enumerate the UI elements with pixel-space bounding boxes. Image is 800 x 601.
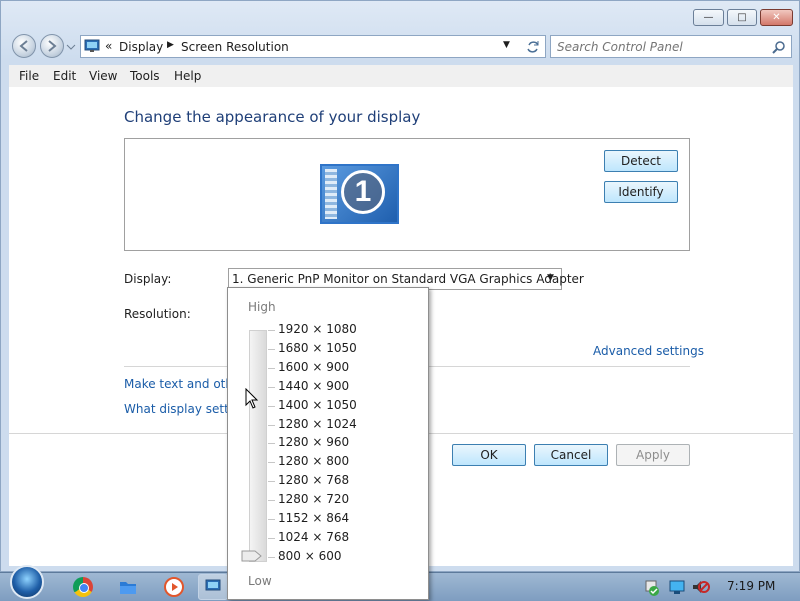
resolution-tick: [268, 443, 275, 445]
page-title: Change the appearance of your display: [124, 108, 421, 126]
resolution-tick: [268, 348, 275, 350]
clock[interactable]: 7:19 PM: [727, 579, 775, 593]
recent-pages-dropdown[interactable]: [66, 41, 76, 51]
menu-edit[interactable]: Edit: [53, 69, 76, 83]
apply-button[interactable]: Apply: [616, 444, 690, 466]
minimize-button[interactable]: —: [693, 9, 724, 26]
breadcrumb-separator-icon[interactable]: ▶: [167, 40, 174, 50]
menu-file[interactable]: File: [19, 69, 39, 83]
resolution-slider-popup: High 1920 × 1080 1680 × 1050 1600 × 900 144…: [227, 287, 429, 600]
resolution-tick: [268, 500, 275, 502]
forward-arrow-icon: [48, 40, 57, 52]
menu-tools[interactable]: Tools: [130, 69, 160, 83]
resolution-slider-thumb[interactable]: [241, 550, 263, 562]
menu-help[interactable]: Help: [174, 69, 201, 83]
desktop-icons-preview: [325, 169, 337, 219]
resolution-option[interactable]: 1440 × 900: [278, 379, 349, 393]
volume-muted-icon[interactable]: [690, 577, 710, 597]
forward-button[interactable]: [40, 34, 64, 58]
identify-button[interactable]: Identify: [604, 181, 678, 203]
media-player-icon[interactable]: [164, 577, 184, 597]
resolution-tick: [268, 519, 275, 520]
chevron-down-icon: ▼: [547, 273, 554, 283]
resolution-option[interactable]: 1400 × 1050: [278, 398, 357, 412]
resolution-tick: [268, 330, 275, 331]
breadcrumb-item-screen-resolution[interactable]: Screen Resolution: [181, 40, 289, 54]
search-input[interactable]: [555, 38, 769, 56]
display-control-panel-icon: [205, 579, 221, 591]
resolution-option[interactable]: 1920 × 1080: [278, 322, 357, 336]
network-icon[interactable]: [667, 577, 687, 597]
resolution-high-label: High: [248, 300, 276, 314]
detect-button[interactable]: Detect: [604, 150, 678, 172]
maximize-button[interactable]: □: [727, 9, 757, 26]
monitor-number-badge: 1: [341, 170, 385, 214]
resolution-option[interactable]: 1152 × 864: [278, 511, 349, 525]
start-button[interactable]: [10, 565, 44, 599]
resolution-tick: [268, 367, 275, 369]
resolution-tick: [268, 405, 275, 407]
address-dropdown-icon[interactable]: ▼: [503, 40, 510, 50]
mouse-pointer-icon: [245, 388, 259, 409]
breadcrumb-overflow-icon[interactable]: «: [105, 39, 112, 53]
display-label: Display:: [124, 272, 172, 286]
back-arrow-icon: [19, 40, 28, 52]
breadcrumb-item-display[interactable]: Display: [119, 40, 163, 54]
address-bar[interactable]: « Display ▶ Screen Resolution ▼: [80, 35, 546, 58]
resolution-low-label: Low: [248, 574, 272, 588]
display-select-value: 1. Generic PnP Monitor on Standard VGA G…: [232, 272, 584, 286]
monitor-preview-area: 1 Detect Identify: [124, 138, 690, 251]
resolution-tick: [268, 556, 275, 558]
resolution-option[interactable]: 1280 × 800: [278, 454, 349, 468]
search-icon[interactable]: [772, 40, 786, 54]
close-button[interactable]: ✕: [760, 9, 793, 26]
back-button[interactable]: [12, 34, 36, 58]
menu-view[interactable]: View: [89, 69, 117, 83]
resolution-tick: [268, 424, 275, 426]
resolution-option[interactable]: 1280 × 960: [278, 435, 349, 449]
menu-bar: File Edit View Tools Help: [9, 65, 793, 87]
cancel-button[interactable]: Cancel: [534, 444, 608, 466]
resolution-option[interactable]: 1280 × 720: [278, 492, 349, 506]
display-control-panel-icon: [84, 39, 100, 52]
resolution-label: Resolution:: [124, 307, 191, 321]
advanced-settings-link[interactable]: Advanced settings: [593, 344, 704, 358]
resolution-option[interactable]: 800 × 600: [278, 549, 342, 563]
resolution-option[interactable]: 1280 × 768: [278, 473, 349, 487]
search-box[interactable]: [550, 35, 792, 58]
resolution-option[interactable]: 1600 × 900: [278, 360, 349, 374]
taskbar-item-screen-resolution[interactable]: [198, 574, 228, 600]
monitor-1-tile[interactable]: 1: [320, 164, 399, 224]
resolution-option[interactable]: 1024 × 768: [278, 530, 349, 544]
folder-icon[interactable]: [118, 577, 138, 597]
resolution-option[interactable]: 1680 × 1050: [278, 341, 357, 355]
resolution-tick: [268, 462, 275, 464]
resolution-tick: [268, 537, 275, 539]
resolution-tick: [268, 481, 275, 483]
chrome-icon[interactable]: [73, 577, 93, 597]
title-bar: — □ ✕: [1, 1, 800, 31]
resolution-slider-track[interactable]: [249, 330, 267, 562]
ok-button[interactable]: OK: [452, 444, 526, 466]
action-center-icon[interactable]: [642, 577, 662, 597]
chevron-down-icon: [66, 44, 76, 50]
refresh-icon[interactable]: [525, 39, 541, 55]
resolution-tick: [268, 386, 275, 388]
resolution-option[interactable]: 1280 × 1024: [278, 417, 357, 431]
